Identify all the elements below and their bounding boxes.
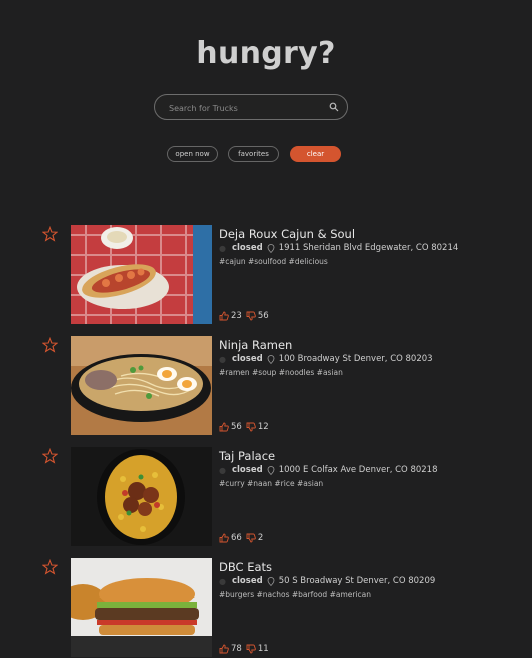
truck-name[interactable]: Taj Palace: [219, 449, 275, 463]
truck-tags: #burgers #nachos #barfood #american: [219, 590, 372, 599]
vote-bar: 23 56: [219, 311, 273, 321]
truck-image: [71, 225, 212, 324]
status-dot-icon: ●: [219, 465, 226, 475]
truck-tags: #ramen #soup #noodles #asian: [219, 368, 343, 377]
search-input[interactable]: [167, 99, 321, 117]
truck-address: 100 Broadway St Denver, CO 80203: [278, 354, 433, 364]
downvote-count: 56: [257, 311, 269, 321]
favorite-star-icon[interactable]: [42, 448, 58, 464]
truck-name[interactable]: Ninja Ramen: [219, 338, 292, 352]
truck-address: 50 S Broadway St Denver, CO 80209: [278, 576, 436, 586]
truck-image: [71, 558, 212, 657]
clear-button[interactable]: clear: [290, 146, 341, 162]
status-label: closed: [231, 465, 263, 475]
downvote-count: 2: [257, 533, 264, 543]
thumbs-down-icon[interactable]: [246, 533, 256, 543]
thumbs-down-icon[interactable]: [246, 311, 256, 321]
location-pin-icon: [267, 243, 275, 253]
truck-meta: ● closed 1000 E Colfax Ave Denver, CO 80…: [219, 465, 438, 475]
status-label: closed: [231, 243, 263, 253]
truck-card[interactable]: Ninja Ramen ● closed 100 Broadway St Den…: [0, 333, 532, 435]
upvote-count: 78: [231, 644, 242, 654]
favorite-star-icon[interactable]: [42, 226, 58, 242]
truck-name[interactable]: Deja Roux Cajun & Soul: [219, 227, 355, 241]
status-label: closed: [231, 354, 263, 364]
truck-image: [71, 336, 212, 435]
truck-card[interactable]: Taj Palace ● closed 1000 E Colfax Ave De…: [0, 444, 532, 546]
truck-meta: ● closed 50 S Broadway St Denver, CO 802…: [219, 576, 435, 586]
truck-meta: ● closed 1911 Sheridan Blvd Edgewater, C…: [219, 243, 458, 253]
thumbs-down-icon[interactable]: [246, 644, 256, 654]
location-pin-icon: [267, 465, 275, 475]
upvote-count: 66: [231, 533, 242, 543]
truck-address: 1911 Sheridan Blvd Edgewater, CO 80214: [278, 243, 459, 253]
vote-bar: 56 12: [219, 422, 273, 432]
vote-bar: 66 2: [219, 533, 267, 543]
favorites-button[interactable]: favorites: [228, 146, 279, 162]
favorite-star-icon[interactable]: [42, 559, 58, 575]
status-dot-icon: ●: [219, 243, 226, 253]
page-title: hungry?: [196, 36, 336, 71]
status-label: closed: [231, 576, 263, 586]
location-pin-icon: [267, 354, 275, 364]
thumbs-down-icon[interactable]: [246, 422, 256, 432]
search-icon[interactable]: [329, 102, 339, 112]
upvote-count: 23: [231, 311, 242, 321]
thumbs-up-icon[interactable]: [219, 422, 229, 432]
status-dot-icon: ●: [219, 576, 226, 586]
favorite-star-icon[interactable]: [42, 337, 58, 353]
truck-address: 1000 E Colfax Ave Denver, CO 80218: [278, 465, 438, 475]
downvote-count: 12: [257, 422, 269, 432]
search-bar[interactable]: [154, 94, 348, 120]
truck-name[interactable]: DBC Eats: [219, 560, 272, 574]
status-dot-icon: ●: [219, 354, 226, 364]
truck-card[interactable]: DBC Eats ● closed 50 S Broadway St Denve…: [0, 555, 532, 657]
upvote-count: 56: [231, 422, 242, 432]
downvote-count: 11: [257, 644, 269, 654]
location-pin-icon: [267, 576, 275, 586]
open-now-button[interactable]: open now: [167, 146, 218, 162]
truck-meta: ● closed 100 Broadway St Denver, CO 8020…: [219, 354, 433, 364]
truck-tags: #cajun #soulfood #delicious: [219, 257, 328, 266]
thumbs-up-icon[interactable]: [219, 644, 229, 654]
thumbs-up-icon[interactable]: [219, 533, 229, 543]
truck-card[interactable]: Deja Roux Cajun & Soul ● closed 1911 She…: [0, 222, 532, 324]
truck-image: [71, 447, 212, 546]
thumbs-up-icon[interactable]: [219, 311, 229, 321]
vote-bar: 78 11: [219, 644, 273, 654]
truck-tags: #curry #naan #rice #asian: [219, 479, 324, 488]
